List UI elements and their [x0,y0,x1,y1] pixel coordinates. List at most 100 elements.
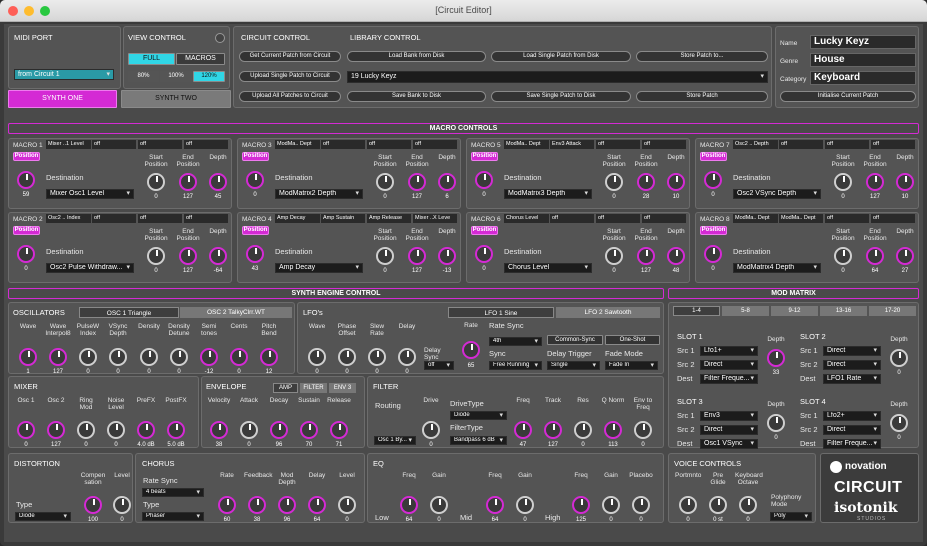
macro-end-knob[interactable] [866,247,884,265]
upload-single-patch-button[interactable]: Upload Single Patch to Circuit [239,71,341,82]
envelope-knob-4[interactable] [330,421,348,439]
lfos-knob-2[interactable] [368,348,386,366]
chorus-knob-1[interactable] [248,496,266,514]
mod-slot-dest-select[interactable]: LFO1 Rate [823,374,881,384]
env-3-tab[interactable]: ENV 3 [329,383,356,393]
macro-start-knob[interactable] [147,247,165,265]
mod-slot-src2-select[interactable]: Direct [823,360,881,370]
eq-knob-3[interactable] [516,496,534,514]
macro-slot-field[interactable]: off [779,140,823,149]
mixer-knob-5[interactable] [167,421,185,439]
chorus-knob-3[interactable] [308,496,326,514]
rate-knob[interactable] [462,341,480,359]
macro-slot-field[interactable]: ModMa.. Dept [733,214,778,223]
oscillators-knob-6[interactable] [200,348,218,366]
mod-slot-src1-select[interactable]: Lfo2+ [823,411,881,421]
get-current-patch-button[interactable]: Get Current Patch from Circuit [239,51,341,62]
macro-destination-select[interactable]: ModMatrix4 Depth [733,263,821,273]
delay-sync-select[interactable]: off [424,361,454,370]
macro-slot-field[interactable]: Osc2 .. Index [46,214,91,223]
filter-type-select[interactable]: Bandpass 6 dB [450,436,507,445]
mod-slot-src2-select[interactable]: Direct [700,360,758,370]
macro-slot-field[interactable]: off [92,140,136,149]
view-full-button[interactable]: FULL [128,53,175,65]
oscillators-knob-5[interactable] [170,348,188,366]
initialise-patch-button[interactable]: Initialise Current Patch [780,91,916,102]
macro-position-knob[interactable] [246,245,264,263]
mod-matrix-tab-1[interactable]: 1-4 [673,306,720,316]
drive-type-select[interactable]: Diode [450,411,507,420]
mod-slot-src1-select[interactable]: Lfo1+ [700,346,758,356]
macro-slot-field[interactable]: Amp Release [367,214,411,223]
macro-end-knob[interactable] [637,173,655,191]
macro-start-knob[interactable] [376,173,394,191]
filter-knob-1[interactable] [514,421,532,439]
macro-slot-field[interactable]: off [413,140,457,149]
oscillators-knob-4[interactable] [140,348,158,366]
macro-slot-field[interactable]: off [92,214,136,223]
lfo2-tab[interactable]: LFO 2 Sawtooth [556,307,660,318]
macro-destination-select[interactable]: Chorus Level [504,263,592,273]
mod-matrix-tab-4[interactable]: 13-16 [820,306,867,316]
chorus-rate-sync-select[interactable]: 4 beats [142,488,204,497]
store-patch-to-button[interactable]: Store Patch to... [636,51,768,62]
mod-slot-dest-select[interactable]: Filter Freque... [700,374,758,384]
mod-slot-src1-select[interactable]: Direct [823,346,881,356]
macro-slot-field[interactable]: Env3 Attack [550,140,594,149]
envelope-knob-0[interactable] [210,421,228,439]
voice_controls-knob-2[interactable] [739,496,757,514]
load-single-patch-button[interactable]: Load Single Patch from Disk [491,51,631,62]
routing-select[interactable]: Osc 1 By... [374,436,416,445]
macro-position-knob[interactable] [475,171,493,189]
oscillators-knob-8[interactable] [260,348,278,366]
filter-knob-2[interactable] [544,421,562,439]
macro-depth-knob[interactable] [896,247,914,265]
macro-slot-field[interactable]: Chorus Level [504,214,549,223]
macro-slot-field[interactable]: off [596,214,640,223]
chorus-knob-4[interactable] [338,496,356,514]
macro-end-knob[interactable] [179,173,197,191]
macro-slot-field[interactable]: off [871,214,915,223]
mod-slot-depth-knob[interactable] [767,349,785,367]
mod-slot-src2-select[interactable]: Direct [823,425,881,435]
macro-slot-field[interactable]: ModMa.. Dept [504,140,549,149]
zoom-100-button[interactable]: 100% [160,71,192,82]
category-select[interactable]: Keyboard [810,71,916,85]
patch-name-field[interactable]: Lucky Keyz [810,35,916,49]
macro-position-knob[interactable] [475,245,493,263]
macro-depth-knob[interactable] [667,247,685,265]
macro-destination-select[interactable]: Mixer Osc1 Level [46,189,134,199]
genre-select[interactable]: House [810,53,916,67]
macro-slot-field[interactable]: off [596,140,640,149]
view-macros-button[interactable]: MACROS [176,53,225,65]
mod-slot-dest-select[interactable]: Osc1 VSync [700,439,758,449]
macro-slot-field[interactable]: off [871,140,915,149]
macro-depth-knob[interactable] [209,247,227,265]
polyphony-select[interactable]: Poly [770,512,812,521]
macro-destination-select[interactable]: Osc2 Pulse Withdraw... [46,263,134,273]
macro-slot-field[interactable]: off [184,214,228,223]
macro-start-knob[interactable] [147,173,165,191]
zoom-120-button[interactable]: 120% [193,71,225,82]
chorus-knob-2[interactable] [278,496,296,514]
macro-end-knob[interactable] [408,173,426,191]
macro-slot-field[interactable]: Amp Decay [275,214,320,223]
macro-depth-knob[interactable] [667,173,685,191]
macro-slot-field[interactable]: ModMa.. Dept [275,140,320,149]
eq-knob-6[interactable] [632,496,650,514]
oscillators-knob-2[interactable] [79,348,97,366]
one-shot-button[interactable]: One-Shot [605,335,660,345]
macro-slot-field[interactable]: Amp Sustain [321,214,365,223]
macro-depth-knob[interactable] [209,173,227,191]
macro-slot-field[interactable]: off [138,214,182,223]
macro-start-knob[interactable] [834,247,852,265]
macro-depth-knob[interactable] [438,173,456,191]
eq-knob-2[interactable] [486,496,504,514]
mixer-knob-0[interactable] [17,421,35,439]
macro-position-knob[interactable] [17,171,35,189]
oscillators-knob-7[interactable] [230,348,248,366]
macro-destination-select[interactable]: ModMatrix2 Depth [275,189,363,199]
chorus-knob-0[interactable] [218,496,236,514]
macro-destination-select[interactable]: ModMatrix3 Depth [504,189,592,199]
synth-one-button[interactable]: SYNTH ONE [8,90,117,108]
